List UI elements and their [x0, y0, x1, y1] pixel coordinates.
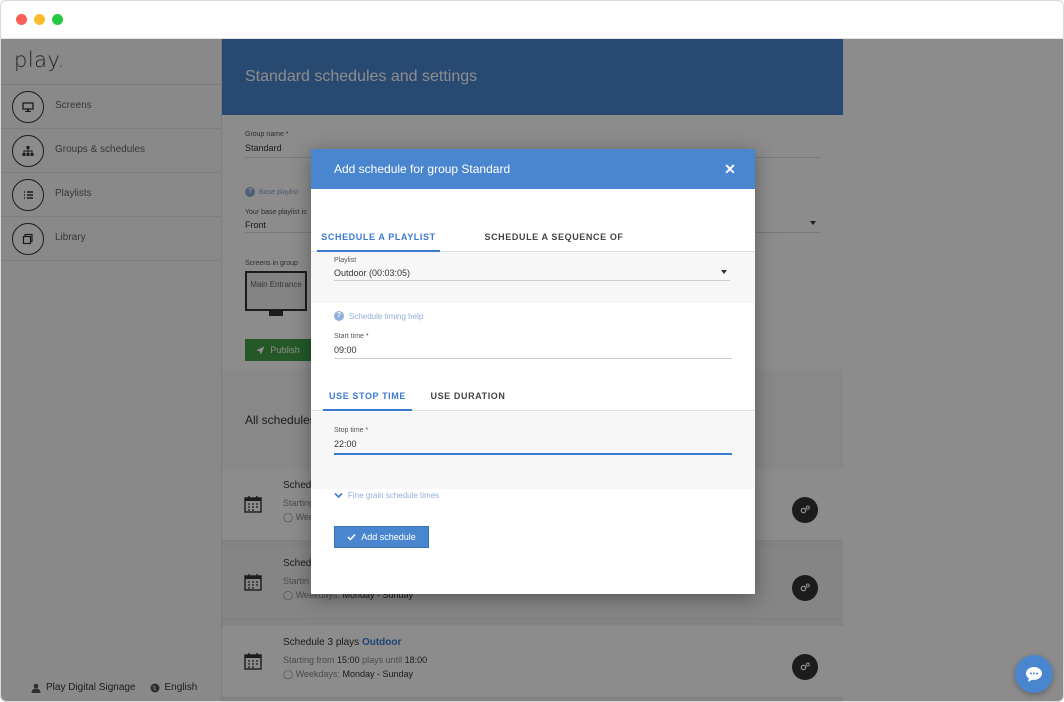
schedule-type-tabs: SCHEDULE A PLAYLIST SCHEDULE A SEQUENCE …: [311, 222, 755, 272]
add-schedule-dialog: Add schedule for group Standard ✕ SCHEDU…: [311, 149, 755, 594]
maximize-window-button[interactable]: [52, 14, 63, 25]
minimize-window-button[interactable]: [34, 14, 45, 25]
app-window: play. Screens Groups & schedules Playlis…: [0, 0, 1064, 702]
close-icon[interactable]: ✕: [722, 161, 738, 177]
playlist-panel: Playlist Outdoor (00:03:05): [311, 252, 755, 303]
stop-type-tabs: USE STOP TIME USE DURATION: [311, 381, 755, 411]
tab-use-stop-time[interactable]: USE STOP TIME: [323, 381, 412, 411]
chat-bubble-icon: [1026, 666, 1042, 682]
playlist-label: Playlist: [334, 257, 357, 264]
stop-time-label: Stop time *: [334, 427, 369, 434]
stop-time-input[interactable]: 22:00: [334, 439, 357, 449]
fine-grain-toggle[interactable]: Fine grain schedule times: [334, 491, 439, 500]
help-icon: ?: [334, 311, 344, 321]
dialog-title: Add schedule for group Standard: [334, 162, 511, 176]
window-titlebar: [1, 1, 1063, 39]
schedule-timing-help-link[interactable]: ? Schedule timing help: [334, 311, 423, 321]
dialog-header: Add schedule for group Standard ✕: [311, 149, 755, 189]
start-time-label: Start time *: [334, 333, 369, 340]
stop-time-panel: Stop time * 22:00: [311, 412, 755, 489]
tab-schedule-sequence[interactable]: SCHEDULE A SEQUENCE OF PLAYLISTS: [459, 222, 649, 272]
check-icon: [347, 533, 356, 541]
add-schedule-button[interactable]: Add schedule: [334, 526, 429, 548]
tab-schedule-playlist[interactable]: SCHEDULE A PLAYLIST: [317, 222, 440, 252]
chat-launcher-button[interactable]: [1015, 655, 1053, 693]
start-time-input[interactable]: 09:00: [334, 345, 357, 355]
chevron-down-icon: [721, 270, 727, 274]
tab-use-duration[interactable]: USE DURATION: [426, 381, 510, 411]
playlist-select[interactable]: Outdoor (00:03:05): [334, 268, 410, 278]
field-underline-focused: [334, 453, 732, 455]
field-underline: [334, 358, 732, 359]
field-underline: [334, 280, 730, 281]
close-window-button[interactable]: [16, 14, 27, 25]
chevron-down-icon: [334, 492, 343, 499]
